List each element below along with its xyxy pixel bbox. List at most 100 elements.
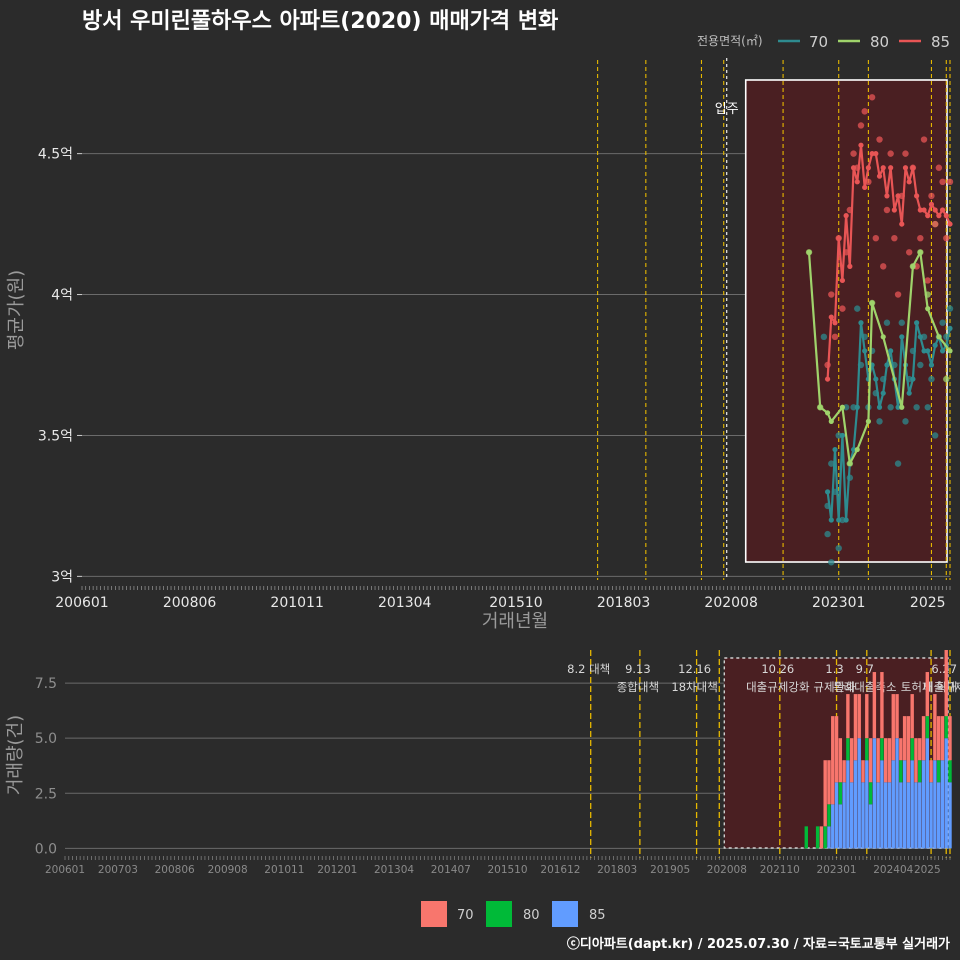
volume-bar-70 — [936, 716, 941, 761]
volume-bar-85 — [895, 738, 899, 849]
series-point-85 — [880, 165, 886, 171]
policy-label: 10.26 — [761, 662, 794, 676]
volume-bar-80 — [868, 782, 873, 805]
volume-bar-85 — [849, 782, 854, 849]
scatter-point-70 — [928, 375, 935, 383]
scatter-point-85 — [939, 178, 946, 186]
volume-bar-85 — [906, 782, 911, 849]
series-point-85 — [943, 213, 949, 219]
scatter-point-70 — [824, 530, 831, 538]
footer-credit: ⓒ디아파트(dapt.kr) / 2025.07.30 / 자료=국토교통부 실… — [567, 936, 950, 952]
series-point-80 — [824, 410, 831, 416]
volume-bar-80 — [804, 826, 808, 849]
volume-bar-70 — [929, 760, 933, 783]
volume-bar-70 — [933, 694, 937, 761]
scatter-point-70 — [854, 305, 861, 312]
series-point-85 — [858, 142, 864, 148]
volume-bar-85 — [891, 760, 895, 849]
series-point-70 — [832, 446, 838, 453]
x-tick-label: 202301 — [812, 595, 865, 611]
series-point-85 — [836, 235, 842, 241]
volume-bar-85 — [880, 760, 884, 849]
series-point-80 — [917, 249, 923, 255]
volume-bar-70 — [925, 672, 930, 717]
scatter-point-85 — [880, 263, 887, 270]
scatter-point-70 — [828, 559, 835, 566]
scatter-point-80 — [943, 375, 950, 383]
volume-bar-80 — [827, 804, 831, 827]
series-point-70 — [880, 390, 886, 396]
volume-bar-70 — [948, 716, 952, 761]
scatter-point-70 — [898, 319, 905, 326]
volume-bar-85 — [834, 782, 839, 849]
series-point-85 — [921, 207, 927, 213]
x-tick-label: 200806 — [163, 595, 217, 611]
volume-bar-70 — [842, 760, 846, 783]
volume-bar-70 — [834, 716, 839, 783]
volume-bar-85 — [948, 782, 952, 849]
volume-bar-70 — [853, 694, 858, 761]
series-point-70 — [917, 334, 923, 340]
series-point-85 — [888, 165, 894, 171]
volume-bar-70 — [831, 716, 835, 805]
volume-bar-70 — [914, 738, 918, 783]
series-point-85 — [847, 263, 853, 269]
x-tick-label: 202008 — [704, 595, 757, 611]
scatter-point-85 — [905, 249, 913, 256]
series-point-85 — [899, 221, 905, 227]
series-point-85 — [947, 221, 953, 227]
volume-bar-70 — [921, 716, 926, 761]
volume-bar-70 — [849, 738, 854, 783]
volume-bar-70 — [895, 694, 899, 739]
volume-bar-85 — [899, 782, 903, 849]
series-point-85 — [873, 151, 879, 157]
scatter-point-70 — [876, 418, 883, 425]
volume-bar-85 — [842, 782, 846, 849]
volume-bar-85 — [910, 760, 914, 849]
series-point-70 — [910, 376, 916, 382]
volume-x-tick-label: 2025 — [914, 864, 941, 876]
series-point-80 — [865, 418, 871, 424]
volume-bar-70 — [846, 694, 850, 739]
scatter-point-70 — [902, 418, 909, 425]
series-point-85 — [843, 213, 849, 219]
volume-bar-85 — [902, 760, 907, 849]
volume-x-tick-label: 201304 — [374, 864, 414, 876]
price-legend: 전용면적(㎡) 70 80 85 — [697, 33, 950, 51]
series-point-80 — [947, 348, 953, 354]
x-tick-label: 201803 — [597, 595, 650, 611]
series-point-70 — [858, 320, 864, 326]
volume-bar-85 — [887, 782, 892, 849]
series-point-85 — [862, 184, 868, 191]
series-point-70 — [854, 404, 860, 410]
volume-bar-70 — [819, 826, 824, 849]
volume-x-tick-label: 200703 — [98, 864, 138, 876]
scatter-point-85 — [839, 305, 846, 312]
volume-bar-85 — [861, 782, 865, 849]
series-point-80 — [869, 300, 875, 306]
volume-bar-80 — [944, 716, 948, 739]
series-point-80 — [925, 306, 931, 312]
volume-bar-85 — [876, 782, 880, 849]
volume-bar-85 — [884, 782, 888, 849]
scatter-point-85 — [850, 150, 857, 157]
series-point-85 — [865, 165, 871, 171]
series-point-70 — [925, 348, 931, 354]
volume-bar-85 — [831, 804, 835, 849]
series-point-85 — [925, 213, 931, 219]
x-axis-title: 거래년월 — [482, 611, 548, 632]
chart-title: 방서 우미린풀하우스 아파트(2020) 매매가격 변화 — [82, 9, 558, 34]
scatter-point-70 — [931, 432, 939, 439]
volume-bar-70 — [865, 694, 869, 739]
volume-bar-70 — [887, 738, 892, 783]
volume-bar-85 — [857, 738, 861, 849]
volume-x-tick-label: 201803 — [597, 864, 637, 876]
volume-x-tick-label: 200806 — [155, 864, 195, 876]
legend-label-85: 85 — [931, 33, 950, 51]
legend-key-85 — [552, 901, 578, 927]
x-tick-label: 201304 — [378, 595, 432, 611]
series-point-80 — [806, 249, 812, 255]
scatter-point-85 — [831, 333, 839, 341]
series-point-70 — [824, 489, 831, 495]
scatter-point-70 — [820, 333, 828, 341]
